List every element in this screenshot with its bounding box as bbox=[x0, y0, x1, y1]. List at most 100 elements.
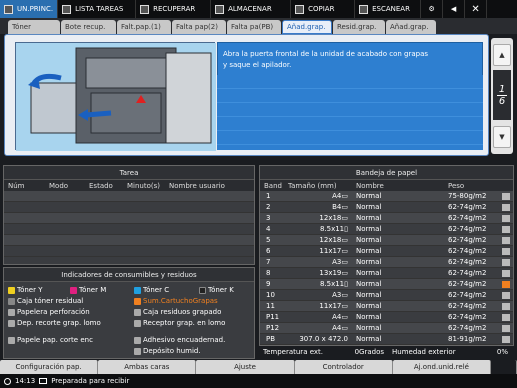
triangle-up-icon: ▲ bbox=[499, 51, 505, 59]
tray-table-body: 1 A4▭ Normal 75-80g/m2 2 B4▭ Normal 62-74g/m2 3 1… bbox=[260, 191, 513, 345]
tab-staple-waste[interactable]: Resid.grap. bbox=[333, 20, 385, 34]
col-size: Tamaño (mm) bbox=[288, 181, 337, 190]
col-mode: Modo bbox=[49, 181, 69, 190]
tray-id: 9 bbox=[266, 280, 271, 288]
consumable-staple-waste: Caja residuos grapado bbox=[134, 308, 221, 316]
tray-paper-name: Normal bbox=[356, 247, 382, 255]
tray-level-icon bbox=[502, 291, 510, 299]
consumable-label: Dep. recorte grap. lomo bbox=[17, 319, 101, 327]
tray-row[interactable]: 9 8.5x11▯ Normal 62-74g/m2 bbox=[260, 279, 513, 290]
tray-row[interactable]: 3 12x18▭ Normal 62-74g/m2 bbox=[260, 213, 513, 224]
tab-paper-out-pb[interactable]: Falta pa(PB) bbox=[227, 20, 281, 34]
table-row[interactable] bbox=[4, 235, 254, 246]
consumable-toner-c: Tóner C bbox=[134, 286, 169, 294]
humidity-label: Humedad exterior bbox=[392, 348, 456, 356]
table-row[interactable] bbox=[4, 224, 254, 235]
nav-store[interactable]: ALMACENAR bbox=[211, 0, 292, 18]
col-user: Nombre usuario bbox=[169, 181, 225, 190]
tray-level-icon bbox=[502, 203, 510, 211]
tray-row[interactable]: 4 8.5x11▯ Normal 62-74g/m2 bbox=[260, 224, 513, 235]
consumable-trim-waste: Dep. recorte grap. lomo bbox=[8, 319, 101, 327]
nav-job-list[interactable]: LISTA TAREAS bbox=[58, 0, 137, 18]
tray-id: 7 bbox=[266, 258, 271, 266]
settings-button[interactable]: ⚙ bbox=[421, 0, 444, 18]
nav-copy[interactable]: COPIAR bbox=[291, 0, 356, 18]
consumable-label: Adhesivo encuadernad. bbox=[143, 336, 226, 344]
tray-paper-name: Normal bbox=[356, 192, 382, 200]
nav-label: ESCANEAR bbox=[372, 5, 410, 13]
tray-weight: 62-74g/m2 bbox=[448, 247, 487, 255]
tab-paper-out-1[interactable]: Falt.pap.(1) bbox=[117, 20, 171, 34]
tray-row[interactable]: PB 307.0 x 472.0 Normal 81-91g/m2 bbox=[260, 334, 513, 345]
close-button[interactable]: ✕ bbox=[465, 0, 488, 18]
tray-row[interactable]: P12 A4▭ Normal 62-74g/m2 bbox=[260, 323, 513, 334]
adjust-button[interactable]: Ajuste bbox=[196, 360, 295, 374]
tray-paper-name: Normal bbox=[356, 302, 382, 310]
nav-recall[interactable]: RECUPERAR bbox=[136, 0, 212, 18]
instruction-ruled-area bbox=[217, 75, 483, 150]
controller-button[interactable]: Controlador bbox=[294, 360, 393, 374]
table-row[interactable] bbox=[4, 191, 254, 202]
tray-id: 8 bbox=[266, 269, 271, 277]
tray-level-icon bbox=[502, 302, 510, 310]
clock-icon bbox=[4, 377, 11, 385]
tray-row[interactable]: 6 11x17▭ Normal 62-74g/m2 bbox=[260, 246, 513, 257]
page-up-button[interactable]: ▲ bbox=[493, 44, 511, 66]
tray-row[interactable]: 1 A4▭ Normal 75-80g/m2 bbox=[260, 191, 513, 202]
duplex-button[interactable]: Ambas caras bbox=[98, 360, 197, 374]
instruction-line-1: Abra la puerta frontal de la unidad de a… bbox=[223, 50, 429, 58]
tray-row[interactable]: 8 13x19▭ Normal 62-74g/m2 bbox=[260, 268, 513, 279]
page-down-button[interactable]: ▼ bbox=[493, 126, 511, 148]
tab-paper-out-2[interactable]: Falta pap(2) bbox=[172, 20, 226, 34]
tab-add-staples-2[interactable]: Añad.grap. bbox=[386, 20, 436, 34]
tab-add-staples[interactable]: Añad.grap. bbox=[282, 20, 332, 34]
tab-toner[interactable]: Tóner bbox=[8, 20, 60, 34]
tray-id: 1 bbox=[266, 192, 271, 200]
table-row[interactable] bbox=[4, 246, 254, 257]
tray-size: 11x17▭ bbox=[319, 302, 348, 310]
finisher-illustration bbox=[15, 42, 216, 151]
water-icon bbox=[134, 347, 141, 355]
tray-paper-name: Normal bbox=[356, 203, 382, 211]
nav-scan[interactable]: ESCANEAR bbox=[355, 0, 422, 18]
tray-id: PB bbox=[266, 335, 276, 343]
page-navigator: ▲ 1 6 ▼ bbox=[491, 38, 513, 154]
tray-row[interactable]: 2 B4▭ Normal 62-74g/m2 bbox=[260, 202, 513, 213]
tray-paper-name: Normal bbox=[356, 225, 382, 233]
tray-size: A3▭ bbox=[332, 258, 348, 266]
tray-paper-name: Normal bbox=[356, 236, 382, 244]
glue-icon bbox=[134, 336, 141, 344]
tray-weight: 62-74g/m2 bbox=[448, 291, 487, 299]
tray-row[interactable]: 11 11x17▭ Normal 62-74g/m2 bbox=[260, 301, 513, 312]
tray-id: 5 bbox=[266, 236, 271, 244]
nav-label: RECUPERAR bbox=[153, 5, 196, 13]
tray-weight: 81-91g/m2 bbox=[448, 335, 487, 343]
tray-row[interactable]: P11 A4▭ Normal 62-74g/m2 bbox=[260, 312, 513, 323]
tray-row[interactable]: 5 12x18▭ Normal 62-74g/m2 bbox=[260, 235, 513, 246]
page-indicator: 1 6 bbox=[493, 70, 511, 120]
tray-size: 11x17▭ bbox=[319, 247, 348, 255]
top-nav-bar: UN.PRINC. LISTA TAREAS RECUPERAR ALMACEN… bbox=[0, 0, 517, 18]
tray-row[interactable]: 7 A3▭ Normal 62-74g/m2 bbox=[260, 257, 513, 268]
table-row[interactable] bbox=[4, 213, 254, 224]
tab-waste-box[interactable]: Bote recup. bbox=[61, 20, 116, 34]
nav-main-screen[interactable]: UN.PRINC. bbox=[0, 0, 59, 18]
relay-unit-button[interactable]: Aj.ond.unid.relé bbox=[392, 360, 492, 374]
tray-level-icon bbox=[502, 214, 510, 222]
job-panel-title: Tarea bbox=[4, 166, 254, 180]
consumable-label: Tóner K bbox=[208, 286, 234, 294]
paper-setting-button[interactable]: Configuración pap. bbox=[0, 360, 99, 374]
close-icon: ✕ bbox=[471, 3, 480, 15]
table-row[interactable] bbox=[4, 202, 254, 213]
nav-label: LISTA TAREAS bbox=[75, 5, 124, 13]
tray-row[interactable]: 10 A3▭ Normal 62-74g/m2 bbox=[260, 290, 513, 301]
consumable-waste-toner: Caja tóner residual bbox=[8, 297, 83, 305]
volume-button[interactable]: ◀ bbox=[443, 0, 466, 18]
consumable-label: Receptor grap. en lomo bbox=[143, 319, 226, 327]
spine-icon bbox=[134, 319, 141, 327]
consumable-label: Depósito humid. bbox=[143, 347, 201, 355]
tray-paper-name: Normal bbox=[356, 291, 382, 299]
consumables-panel: Indicadores de consumibles y residuos Tó… bbox=[3, 267, 255, 359]
tray-level-icon bbox=[502, 313, 510, 321]
tray-size: A4▭ bbox=[332, 324, 348, 332]
